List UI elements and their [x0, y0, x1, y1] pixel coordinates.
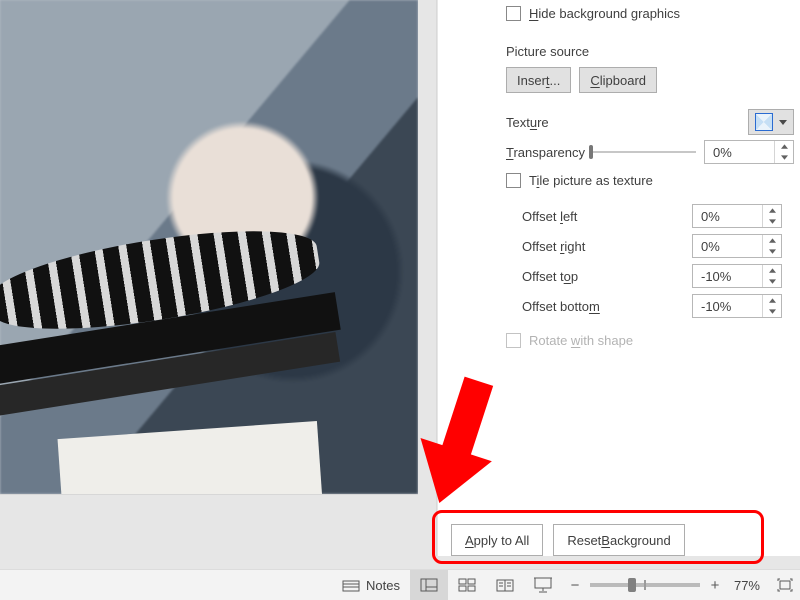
apply-to-all-button[interactable]: Apply to All — [451, 524, 543, 556]
slideshow-icon — [533, 577, 553, 593]
slideshow-button[interactable] — [524, 570, 562, 600]
insert-button[interactable]: Insert... — [506, 67, 571, 93]
format-background-panel: HHide background graphicside background … — [438, 0, 800, 556]
rotate-with-shape-label: Rotate with shape — [529, 333, 633, 348]
texture-label: Texture — [506, 115, 549, 130]
spin-arrows[interactable] — [774, 141, 793, 163]
slide-canvas[interactable] — [0, 0, 418, 494]
notes-icon — [342, 578, 360, 592]
zoom-out-button[interactable]: − — [568, 577, 582, 594]
tile-picture-checkbox[interactable] — [506, 173, 521, 188]
divider — [0, 494, 418, 495]
app-root: HHide background graphicside background … — [0, 0, 800, 600]
normal-view-icon — [420, 578, 438, 592]
offset-bottom-input[interactable]: -10% — [692, 294, 782, 318]
notes-button[interactable]: Notes — [332, 578, 410, 593]
texture-picker[interactable] — [748, 109, 794, 135]
reading-view-button[interactable] — [486, 570, 524, 600]
fit-to-window-icon — [776, 577, 794, 593]
zoom-percent[interactable]: 77% — [722, 578, 764, 593]
slide-sorter-icon — [458, 578, 476, 592]
reset-background-button[interactable]: Reset Background — [553, 524, 684, 556]
hide-background-label: HHide background graphicside background … — [529, 6, 680, 21]
chevron-down-icon — [779, 120, 787, 125]
picture-source-title: Picture source — [438, 44, 800, 59]
transparency-value: 0% — [705, 141, 774, 163]
offset-top-input[interactable]: -10% — [692, 264, 782, 288]
zoom-slider[interactable] — [590, 583, 700, 587]
offset-left-input[interactable]: 0% — [692, 204, 782, 228]
normal-view-button[interactable] — [410, 570, 448, 600]
panel-divider — [436, 0, 437, 556]
fit-to-window-button[interactable] — [770, 570, 800, 600]
notes-label: Notes — [366, 578, 400, 593]
offset-top-label: Offset top — [522, 269, 692, 284]
clipboard-button[interactable]: Clipboard — [579, 67, 657, 93]
status-bar: Notes − + 77% — [0, 569, 800, 600]
texture-icon — [755, 113, 773, 131]
offset-right-input[interactable]: 0% — [692, 234, 782, 258]
tile-picture-label: Tile picture as texture — [529, 173, 653, 188]
offset-left-label: Offset left — [522, 209, 692, 224]
rotate-with-shape-checkbox — [506, 333, 521, 348]
panel-footer: Apply to All Apply to All Reset Backgrou… — [438, 524, 790, 556]
transparency-slider[interactable] — [589, 145, 696, 159]
hide-background-checkbox[interactable] — [506, 6, 521, 21]
transparency-label: Transparency — [506, 145, 585, 160]
offset-bottom-label: Offset bottom — [522, 299, 692, 314]
reading-view-icon — [496, 578, 514, 592]
zoom-control: − + 77% — [562, 577, 770, 594]
transparency-input[interactable]: 0% — [704, 140, 794, 164]
offset-right-label: Offset right — [522, 239, 692, 254]
zoom-in-button[interactable]: + — [708, 577, 722, 594]
slide-sorter-button[interactable] — [448, 570, 486, 600]
